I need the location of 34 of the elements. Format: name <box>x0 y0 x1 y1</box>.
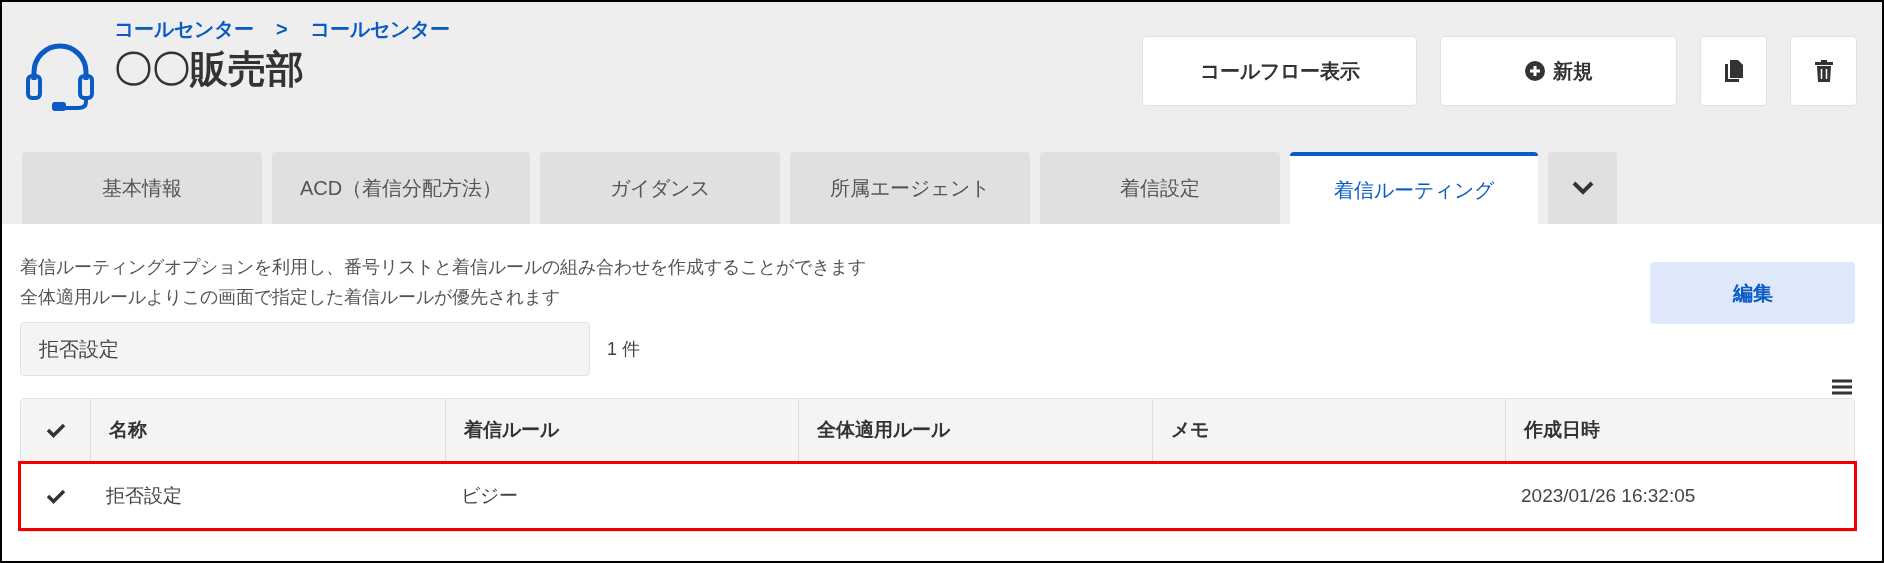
description-text: 着信ルーティングオプションを利用し、番号リストと着信ルールの組み合わせを作成することができます <box>20 256 866 279</box>
chevron-down-icon <box>1571 181 1594 195</box>
search-field[interactable]: 拒否設定 <box>20 322 590 376</box>
tab[interactable]: 着信設定 <box>1040 152 1281 224</box>
check-icon <box>45 422 66 438</box>
column-header: メモ <box>1153 399 1506 461</box>
edit-button[interactable]: 編集 <box>1650 262 1855 324</box>
tab[interactable]: 所属エージェント <box>790 152 1031 224</box>
table-cell: 拒否設定 <box>106 484 182 506</box>
new-button[interactable]: 新規 <box>1440 36 1677 106</box>
trash-icon <box>1814 60 1833 82</box>
tab[interactable]: 着信ルーティング <box>1290 152 1539 224</box>
tab[interactable]: ガイダンス <box>540 152 781 224</box>
column-header: 全体適用ルール <box>799 399 1153 461</box>
page-title: 〇〇販売部 <box>114 47 305 92</box>
plus-circle-icon <box>1524 61 1545 81</box>
breadcrumb-link[interactable]: コールセンター <box>114 14 254 44</box>
menu-icon[interactable] <box>1832 379 1852 395</box>
breadcrumb-separator: > <box>276 17 288 42</box>
breadcrumb-link[interactable]: コールセンター <box>309 14 450 44</box>
column-header: 着信ルール <box>446 399 799 461</box>
column-header: 名称 <box>91 399 446 461</box>
tab[interactable]: ACD（着信分配方法） <box>272 152 531 224</box>
table-cell: ビジー <box>461 484 518 506</box>
copy-icon <box>1724 60 1743 82</box>
description-text: 全体適用ルールよりこの画面で指定した着信ルールが優先されます <box>20 286 561 309</box>
call-flow-button[interactable]: コールフロー表示 <box>1142 36 1417 106</box>
delete-button[interactable] <box>1790 36 1857 106</box>
column-header: 作成日時 <box>1522 417 1601 442</box>
table-row[interactable]: 拒否設定 ビジー 2023/01/26 16:32:05 <box>18 461 1857 531</box>
result-count: 1 件 <box>607 337 640 361</box>
tab[interactable]: 基本情報 <box>22 152 262 224</box>
table-cell: 2023/01/26 16:32:05 <box>1521 484 1696 506</box>
copy-button[interactable] <box>1700 36 1767 106</box>
